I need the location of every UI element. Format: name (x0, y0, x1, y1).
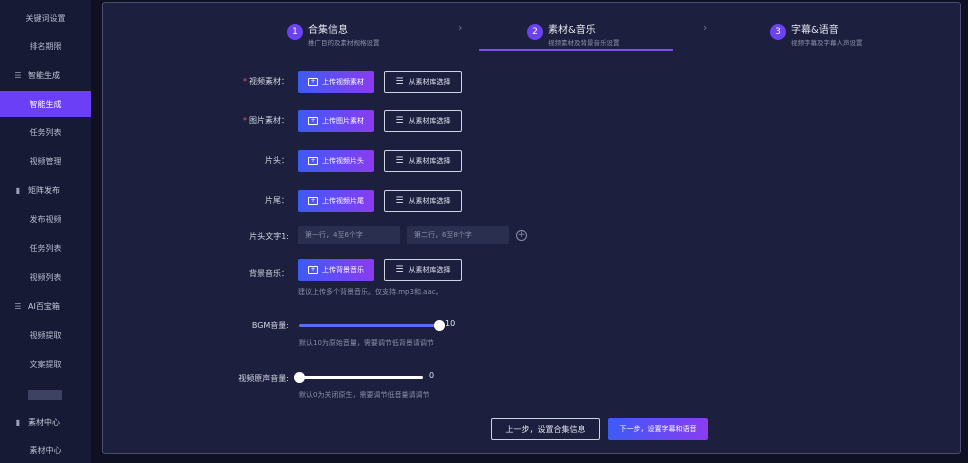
step-subtitle: 推广目的及素材规格设置 (308, 39, 380, 47)
list-icon: ☰ (395, 116, 404, 126)
image-library-button[interactable]: ☰ 从素材库选择 (384, 110, 462, 132)
menu-icon: ☰ (14, 70, 22, 80)
sidebar-item-label: 文案提取 (29, 359, 62, 369)
step-subtitle: 视频素材及背景音乐设置 (548, 39, 620, 47)
sidebar-item-video-manage[interactable]: 视频管理 (0, 148, 91, 174)
list-icon: ☰ (395, 265, 404, 275)
bgm-library-button[interactable]: ☰ 从素材库选择 (384, 259, 462, 281)
list-icon: ☰ (395, 156, 404, 166)
upload-icon: + (308, 157, 318, 165)
video-library-button[interactable]: ☰ 从素材库选择 (384, 71, 462, 93)
sidebar-item-video-extract[interactable]: 视频提取 (0, 322, 91, 348)
previous-step-button[interactable]: 上一步，设置合集信息 (491, 418, 600, 440)
bar-chart-icon: ▮ (15, 185, 21, 195)
bgm-label: 背景音乐： (249, 269, 289, 278)
video-volume-slider-track[interactable] (299, 376, 423, 379)
bgm-volume-slider-fill (299, 324, 439, 327)
sidebar-item-label: 智能生成 (29, 99, 62, 109)
sidebar-item-ranking-period[interactable]: 排名期限 (0, 33, 91, 59)
video-volume-label: 视频原声音量: (238, 374, 289, 383)
bgm-volume-hint: 默认10为原始音量，需要调节低背景请调节 (299, 339, 434, 347)
list-icon: ☰ (395, 196, 404, 206)
video-volume-hint: 默认0为关闭原生，需要调节低音量请调节 (299, 391, 430, 399)
sidebar-item-label: 视频管理 (29, 156, 62, 166)
intro-library-button[interactable]: ☰ 从素材库选择 (384, 150, 462, 172)
sidebar-group-label: 智能生成 (28, 70, 60, 80)
image-material-label: * 图片素材： (243, 116, 289, 125)
sidebar-group-label: AI百宝箱 (28, 301, 60, 311)
list-icon: ☰ (395, 77, 404, 87)
step-1[interactable]: 1 合集信息 推广目的及素材规格设置 (287, 17, 457, 57)
upload-video-button[interactable]: + 上传视频素材 (298, 71, 374, 93)
required-asterisk: * (243, 77, 247, 86)
next-step-button[interactable]: 下一步，设置字幕和语音 (608, 418, 708, 440)
step-title: 合集信息 (308, 25, 348, 36)
sidebar-group-label: 素材中心 (28, 417, 60, 427)
sidebar: 关键词设置 排名期限 ☰ 智能生成 智能生成 任务列表 视频管理 ▮ 矩阵发布 发布… (0, 0, 91, 463)
sidebar-item-label: 发布视频 (29, 214, 62, 224)
outro-label: 片尾： (265, 196, 289, 205)
sidebar-item-task-list-2[interactable]: 任务列表 (0, 235, 91, 261)
step-subtitle: 视频字幕及字幕人声设置 (791, 39, 863, 47)
sidebar-item-copy-extract[interactable]: 文案提取 (0, 351, 91, 377)
video-volume-slider-handle[interactable] (293, 372, 305, 383)
sidebar-item-label: 排名期限 (29, 41, 62, 51)
sidebar-item-redacted[interactable] (28, 390, 62, 400)
video-volume-value: 0 (429, 371, 435, 380)
upload-icon: + (308, 197, 318, 205)
step-number: 1 (287, 24, 303, 40)
main-panel: 1 合集信息 推广目的及素材规格设置 › 2 素材&音乐 视频素材及背景音乐设置… (102, 2, 961, 454)
sidebar-item-task-list[interactable]: 任务列表 (0, 119, 91, 145)
sidebar-item-label: 任务列表 (29, 127, 62, 137)
sidebar-group-label: 矩阵发布 (28, 185, 60, 195)
upload-intro-button[interactable]: + 上传视频片头 (298, 150, 374, 172)
sidebar-item-label: 视频列表 (29, 272, 62, 282)
upload-bgm-button[interactable]: + 上传背景音乐 (298, 259, 374, 281)
bgm-volume-value: 10 (445, 319, 456, 328)
sidebar-item-video-list[interactable]: 视频列表 (0, 264, 91, 290)
step-number: 2 (527, 24, 543, 40)
step-3[interactable]: 3 字幕&语音 视频字幕及字幕人声设置 (770, 17, 940, 57)
step-title: 素材&音乐 (548, 25, 596, 36)
upload-outro-button[interactable]: + 上传视频片尾 (298, 190, 374, 212)
chevron-right-icon: › (458, 21, 463, 34)
bar-chart-icon: ▮ (15, 417, 21, 427)
intro-text-line1-input[interactable] (298, 226, 400, 244)
sidebar-group-material-center[interactable]: ▮ 素材中心 (0, 409, 91, 435)
sidebar-item-keyword-settings[interactable]: 关键词设置 (0, 5, 91, 31)
sidebar-item-label: 关键词设置 (25, 13, 66, 23)
sidebar-group-smart-generate[interactable]: ☰ 智能生成 (0, 62, 91, 88)
sidebar-item-smart-generate[interactable]: 智能生成 (0, 91, 91, 117)
menu-icon: ☰ (14, 301, 22, 311)
upload-icon: + (308, 78, 318, 86)
intro-text-label: 片头文字1: (249, 232, 289, 241)
outro-library-button[interactable]: ☰ 从素材库选择 (384, 190, 462, 212)
active-step-underline (479, 49, 673, 51)
sidebar-group-matrix-publish[interactable]: ▮ 矩阵发布 (0, 177, 91, 203)
add-circle-icon[interactable]: + (516, 230, 527, 241)
intro-text-line2-input[interactable] (407, 226, 509, 244)
required-asterisk: * (243, 116, 247, 125)
sidebar-item-material-center[interactable]: 素材中心 (0, 437, 91, 463)
bgm-volume-label: BGM音量: (251, 321, 289, 330)
step-2[interactable]: 2 素材&音乐 视频素材及背景音乐设置 (527, 17, 697, 57)
bgm-hint: 建议上传多个背景音乐。仅支持.mp3和.aac。 (298, 288, 443, 296)
sidebar-item-label: 视频提取 (29, 330, 62, 340)
step-number: 3 (770, 24, 786, 40)
upload-icon: + (308, 266, 318, 274)
sidebar-group-ai-toolbox[interactable]: ☰ AI百宝箱 (0, 293, 91, 319)
sidebar-item-publish-video[interactable]: 发布视频 (0, 206, 91, 232)
sidebar-item-label: 任务列表 (29, 243, 62, 253)
intro-label: 片头： (265, 156, 289, 165)
chevron-right-icon: › (703, 21, 708, 34)
bgm-volume-slider-handle[interactable] (433, 320, 445, 331)
sidebar-item-label: 素材中心 (29, 445, 62, 455)
step-title: 字幕&语音 (791, 25, 839, 36)
video-material-label: * 视频素材： (243, 77, 289, 86)
upload-icon: + (308, 117, 318, 125)
upload-image-button[interactable]: + 上传图片素材 (298, 110, 374, 132)
